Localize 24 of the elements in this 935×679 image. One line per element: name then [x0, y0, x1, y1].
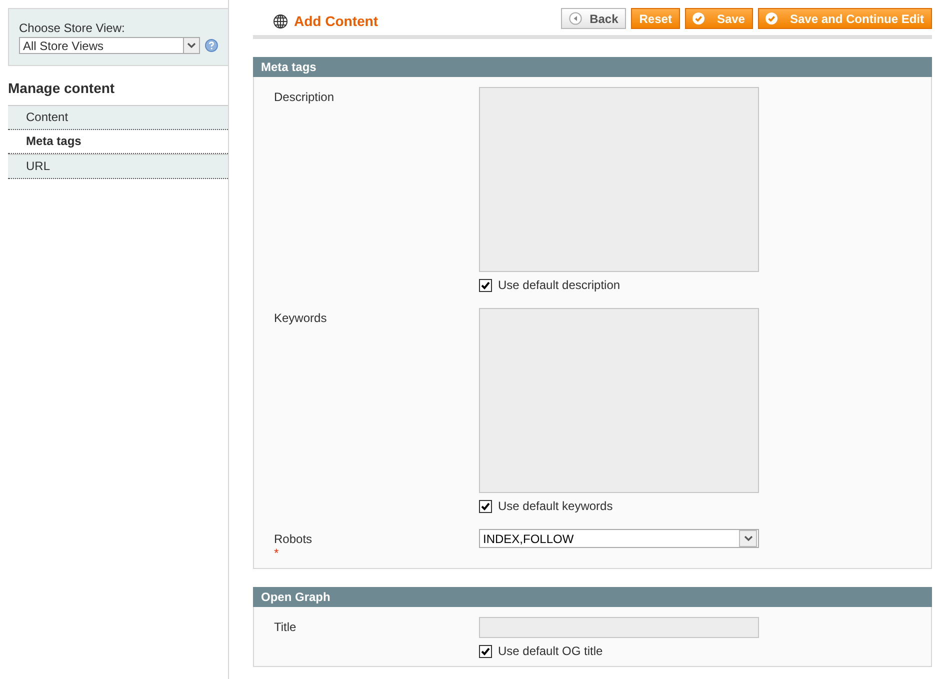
field-label: Keywords [274, 311, 328, 325]
store-view-select[interactable]: All Store Views [19, 37, 200, 54]
checkbox-label: Use default description [498, 278, 620, 292]
checkbox-label: Use default OG title [498, 644, 603, 658]
required-mark: * [274, 546, 279, 560]
check-icon [692, 12, 705, 25]
page-title: Add Content [294, 13, 378, 29]
sidebar-tab[interactable]: Content [8, 105, 228, 130]
field-label: Description [274, 90, 336, 104]
sidebar-title: Manage content [8, 80, 115, 96]
field-label: Robots [274, 532, 314, 546]
caret-icon [739, 530, 757, 547]
section-header: Open Graph [253, 587, 932, 607]
help-icon[interactable] [205, 39, 218, 52]
check-icon [764, 12, 778, 25]
globe-icon [273, 14, 288, 28]
sidebar-tab[interactable]: URL [8, 154, 228, 179]
store-view-label: Choose Store View: [19, 21, 125, 35]
section-header: Meta tags [253, 57, 932, 77]
checkbox-label: Use default keywords [498, 499, 613, 513]
field-label: Title [274, 620, 298, 634]
robots-select[interactable]: INDEX,FOLLOW [479, 529, 759, 548]
back-button[interactable]: Back [560, 8, 626, 29]
caret-icon [183, 38, 200, 53]
